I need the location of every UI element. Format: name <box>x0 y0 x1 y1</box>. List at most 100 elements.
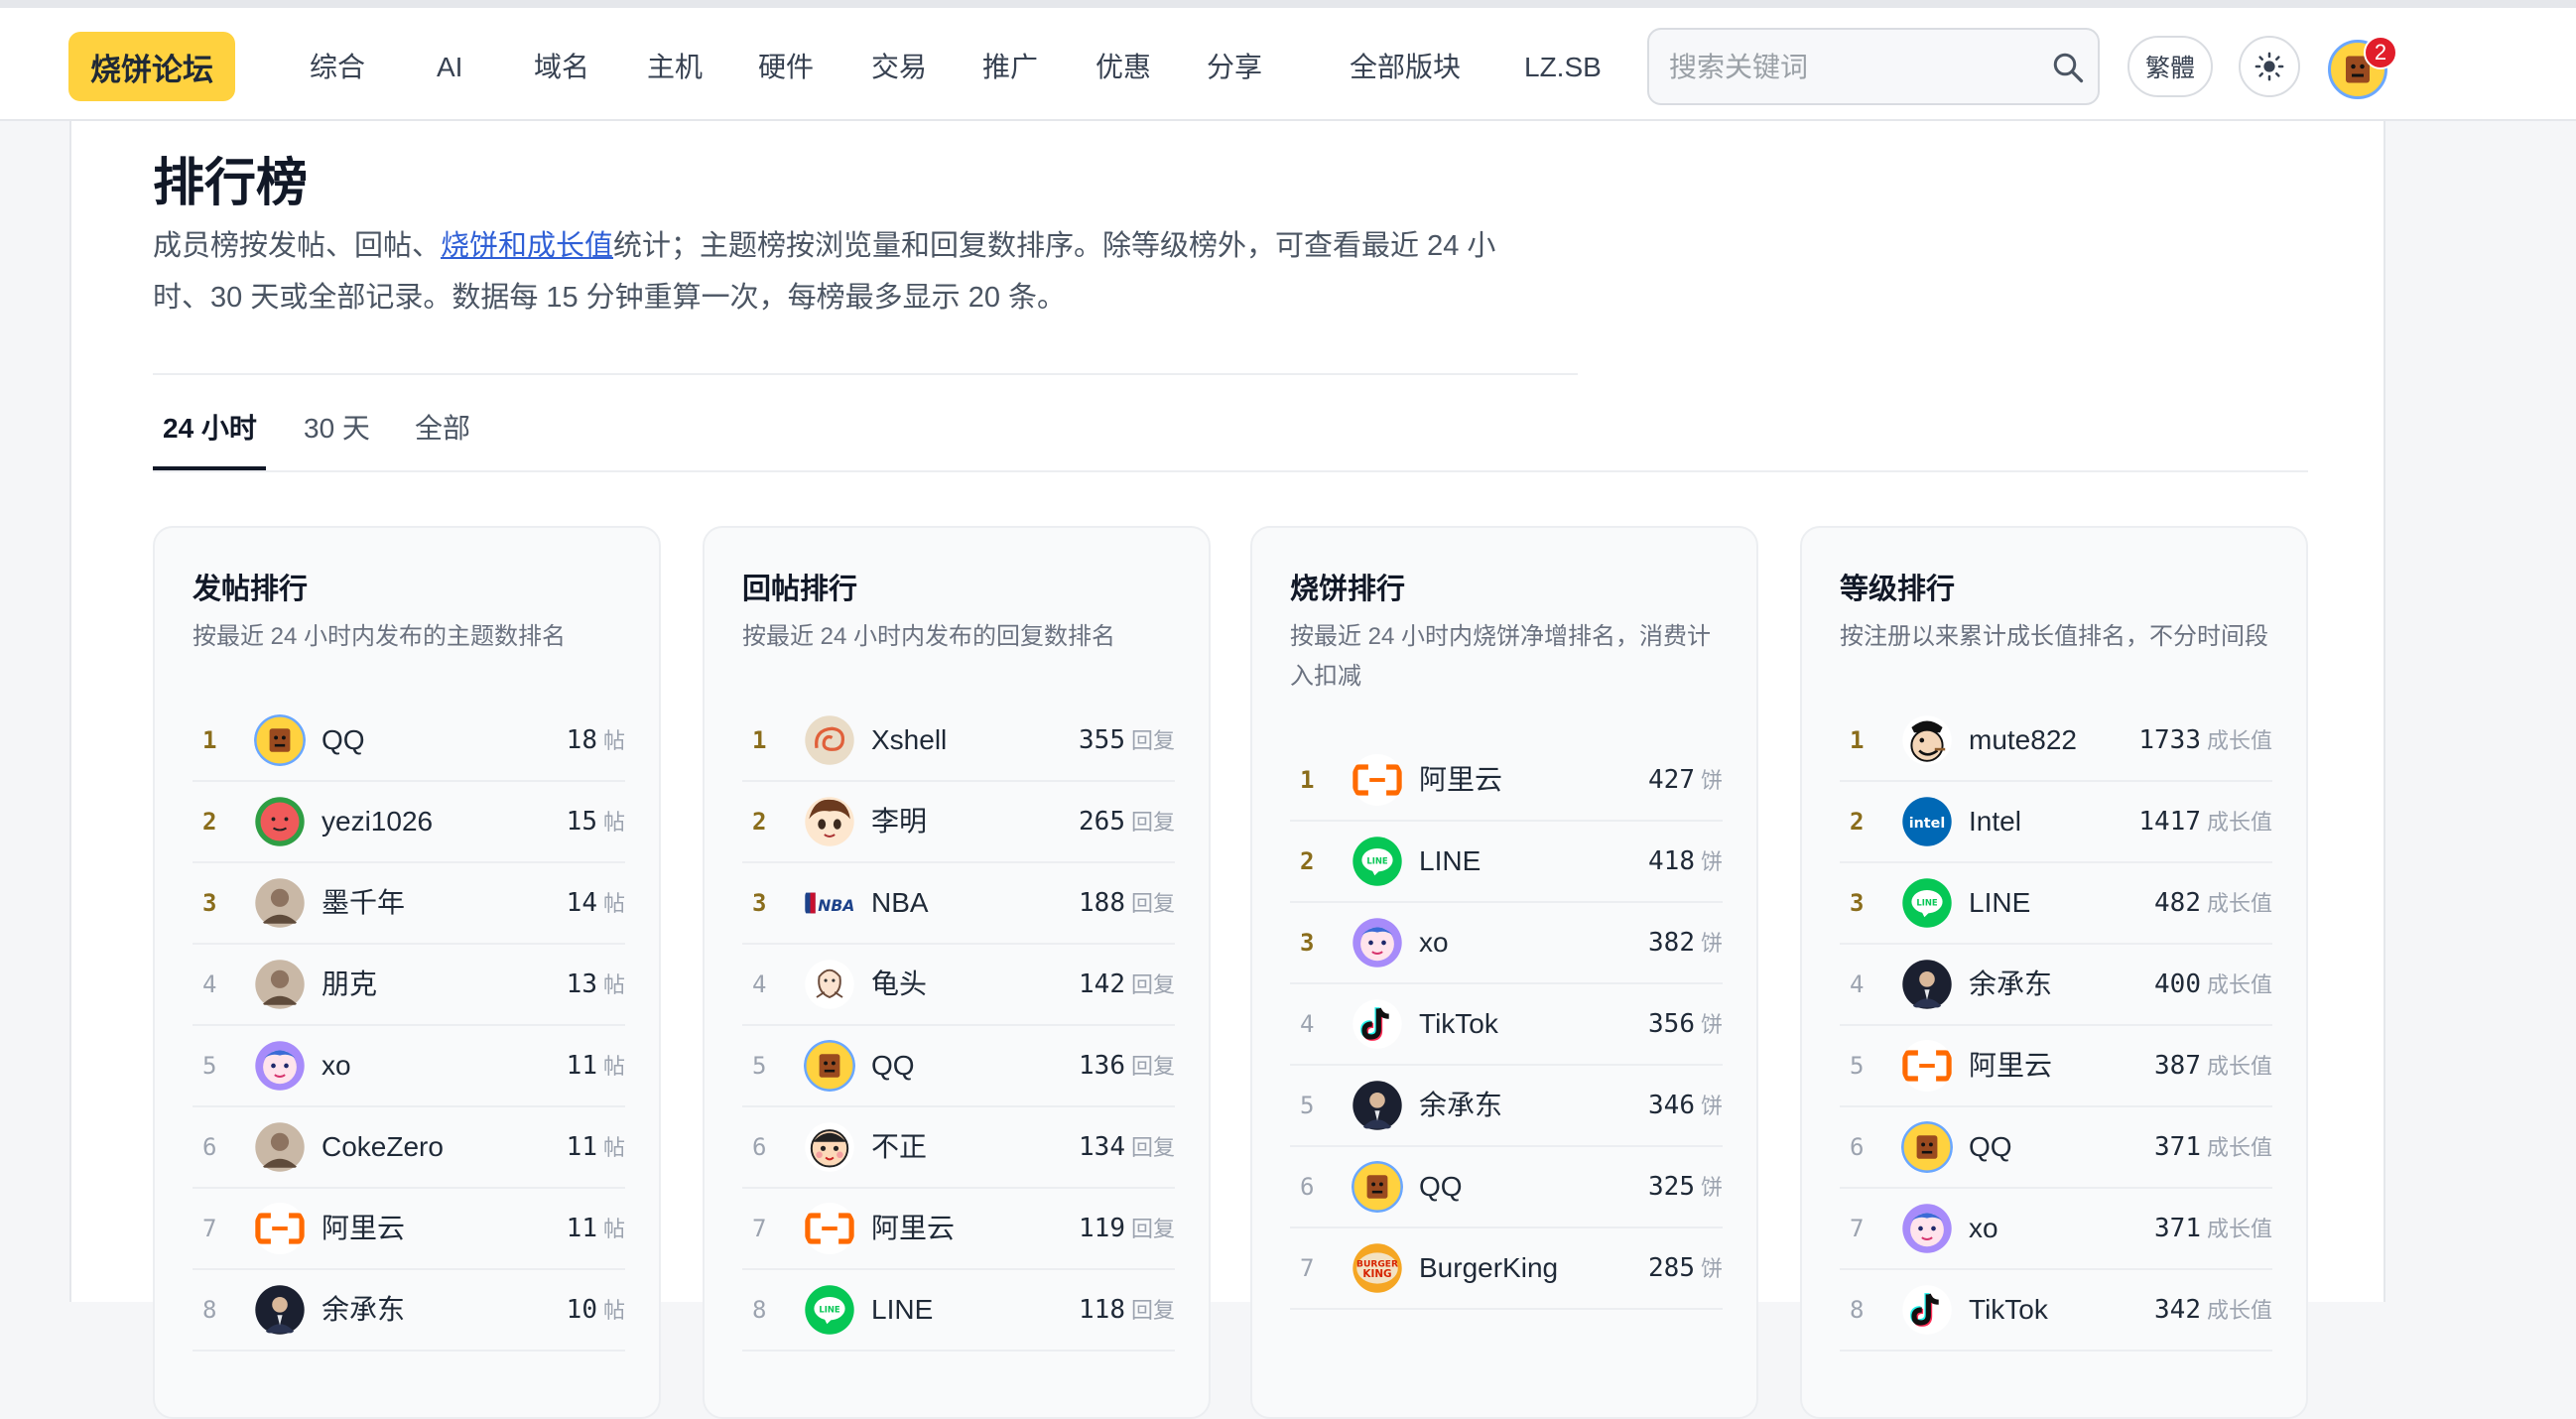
leaderboard-row[interactable]: 6 CokeZero 11 帖 <box>193 1107 625 1189</box>
leaderboard-row[interactable]: 7 阿里云 119 回复 <box>742 1189 1175 1270</box>
theme-toggle-button[interactable] <box>2239 36 2300 97</box>
aliyun-logo-icon[interactable] <box>1901 1040 1953 1092</box>
leaderboard-row[interactable]: 8 余承东 10 帖 <box>193 1270 625 1352</box>
member-name[interactable]: 阿里云 <box>871 1189 955 1268</box>
leaderboard-row[interactable]: 6 不正 134 回复 <box>742 1107 1175 1189</box>
notification-badge[interactable]: 2 <box>2364 36 2397 69</box>
leaderboard-row[interactable]: 3 LINE LINE 482 成长值 <box>1840 863 2272 945</box>
member-name[interactable]: 余承东 <box>1969 945 2052 1024</box>
nav-item-deals[interactable]: 优惠 <box>1095 48 1151 87</box>
burgerking-logo-icon[interactable]: BURGER KING <box>1352 1242 1403 1294</box>
leaderboard-row[interactable]: 3 xo 382 饼 <box>1290 903 1723 984</box>
leaderboard-row[interactable]: 3 NBA NBA 188 回复 <box>742 863 1175 945</box>
aliyun-logo-icon[interactable] <box>254 1203 306 1254</box>
leaderboard-row[interactable]: 1 阿里云 427 饼 <box>1290 740 1723 822</box>
cakes-growth-link[interactable]: 烧饼和成长值 <box>441 230 613 262</box>
nav-item-promo[interactable]: 推广 <box>982 48 1038 87</box>
leaderboard-row[interactable]: 6 QQ 371 成长值 <box>1840 1107 2272 1189</box>
leaderboard-row[interactable]: 5 QQ 136 回复 <box>742 1026 1175 1107</box>
shell-logo-icon[interactable] <box>804 714 855 766</box>
leaderboard-row[interactable]: 4 朋克 13 帖 <box>193 945 625 1026</box>
member-name[interactable]: TikTok <box>1419 984 1498 1064</box>
anime-avatar-icon[interactable] <box>804 796 855 847</box>
cartoon-boy-avatar-icon[interactable] <box>804 1121 855 1173</box>
tiktok-logo-icon[interactable] <box>1901 1284 1953 1336</box>
nav-item-trade[interactable]: 交易 <box>871 48 927 87</box>
member-name[interactable]: 龟头 <box>871 945 927 1024</box>
leaderboard-row[interactable]: 7 BURGER KING BurgerKing 285 饼 <box>1290 1228 1723 1310</box>
popeye-avatar-icon[interactable] <box>1901 714 1953 766</box>
member-name[interactable]: xo <box>1419 903 1449 982</box>
nav-item-ai[interactable]: AI <box>437 48 462 87</box>
leaderboard-row[interactable]: 8 LINE LINE 118 回复 <box>742 1270 1175 1352</box>
tab-all[interactable]: 全部 <box>415 407 470 462</box>
member-name[interactable]: xo <box>1969 1189 1998 1268</box>
qq-box-avatar-icon[interactable] <box>804 1040 855 1092</box>
search-icon[interactable] <box>2050 50 2086 85</box>
nav-item-domain[interactable]: 域名 <box>534 48 589 87</box>
nav-item-all-boards[interactable]: 全部版块 <box>1350 48 1461 87</box>
watermelon-avatar-icon[interactable] <box>254 796 306 847</box>
qq-box-avatar-icon[interactable] <box>254 714 306 766</box>
leaderboard-row[interactable]: 1 Xshell 355 回复 <box>742 701 1175 782</box>
line-logo-icon[interactable]: LINE <box>804 1284 855 1336</box>
line-logo-icon[interactable]: LINE <box>1901 877 1953 929</box>
member-name[interactable]: BurgerKing <box>1419 1228 1558 1308</box>
sketch-avatar-icon[interactable] <box>804 959 855 1010</box>
member-name[interactable]: 阿里云 <box>1419 740 1502 820</box>
leaderboard-row[interactable]: 2 LINE LINE 418 饼 <box>1290 822 1723 903</box>
leaderboard-row[interactable]: 5 xo 11 帖 <box>193 1026 625 1107</box>
member-name[interactable]: 阿里云 <box>322 1189 405 1268</box>
member-name[interactable]: LINE <box>1419 822 1481 901</box>
member-name[interactable]: LINE <box>1969 863 2030 943</box>
photo-avatar-icon[interactable] <box>254 877 306 929</box>
cartoon-pink-avatar-icon[interactable] <box>1901 1203 1953 1254</box>
portrait-avatar-icon[interactable] <box>254 1284 306 1336</box>
nav-item-share[interactable]: 分享 <box>1207 48 1262 87</box>
leaderboard-row[interactable]: 2 yezi1026 15 帖 <box>193 782 625 863</box>
qq-box-avatar-icon[interactable] <box>1901 1121 1953 1173</box>
member-name[interactable]: QQ <box>871 1026 915 1105</box>
nba-logo-icon[interactable]: NBA <box>804 877 855 929</box>
leaderboard-row[interactable]: 6 QQ 325 饼 <box>1290 1147 1723 1228</box>
intel-logo-icon[interactable]: intel <box>1901 796 1953 847</box>
nav-item-lzsb[interactable]: LZ.SB <box>1524 48 1602 87</box>
tiktok-logo-icon[interactable] <box>1352 998 1403 1050</box>
portrait-avatar-icon[interactable] <box>1352 1080 1403 1131</box>
member-name[interactable]: QQ <box>1969 1107 2012 1187</box>
member-name[interactable]: Xshell <box>871 701 947 780</box>
leaderboard-row[interactable]: 2 intel Intel 1417 成长值 <box>1840 782 2272 863</box>
photo-avatar-icon[interactable] <box>254 959 306 1010</box>
search-input[interactable] <box>1669 48 2036 87</box>
portrait-avatar-icon[interactable] <box>1901 959 1953 1010</box>
leaderboard-row[interactable]: 4 龟头 142 回复 <box>742 945 1175 1026</box>
aliyun-logo-icon[interactable] <box>804 1203 855 1254</box>
qq-box-avatar-icon[interactable] <box>1352 1161 1403 1213</box>
member-name[interactable]: 余承东 <box>322 1270 405 1350</box>
member-name[interactable]: TikTok <box>1969 1270 2048 1350</box>
photo-avatar-icon[interactable] <box>254 1121 306 1173</box>
member-name[interactable]: NBA <box>871 863 929 943</box>
member-name[interactable]: Intel <box>1969 782 2021 861</box>
member-name[interactable]: 朋克 <box>322 945 377 1024</box>
leaderboard-row[interactable]: 2 李明 265 回复 <box>742 782 1175 863</box>
leaderboard-row[interactable]: 8 TikTok 342 成长值 <box>1840 1270 2272 1352</box>
member-name[interactable]: yezi1026 <box>322 782 433 861</box>
leaderboard-row[interactable]: 4 余承东 400 成长值 <box>1840 945 2272 1026</box>
member-name[interactable]: xo <box>322 1026 351 1105</box>
member-name[interactable]: 不正 <box>871 1107 927 1187</box>
cartoon-pink-avatar-icon[interactable] <box>254 1040 306 1092</box>
leaderboard-row[interactable]: 7 阿里云 11 帖 <box>193 1189 625 1270</box>
leaderboard-row[interactable]: 5 阿里云 387 成长值 <box>1840 1026 2272 1107</box>
nav-item-hosting[interactable]: 主机 <box>647 48 703 87</box>
member-name[interactable]: CokeZero <box>322 1107 444 1187</box>
member-name[interactable]: mute822 <box>1969 701 2077 780</box>
leaderboard-row[interactable]: 4 TikTok 356 饼 <box>1290 984 1723 1066</box>
member-name[interactable]: 阿里云 <box>1969 1026 2052 1105</box>
language-toggle-button[interactable]: 繁體 <box>2127 36 2213 97</box>
member-name[interactable]: QQ <box>1419 1147 1463 1226</box>
nav-item-general[interactable]: 综合 <box>310 48 365 87</box>
member-name[interactable]: 墨千年 <box>322 863 405 943</box>
leaderboard-row[interactable]: 1 mute822 1733 成长值 <box>1840 701 2272 782</box>
leaderboard-row[interactable]: 1 QQ 18 帖 <box>193 701 625 782</box>
